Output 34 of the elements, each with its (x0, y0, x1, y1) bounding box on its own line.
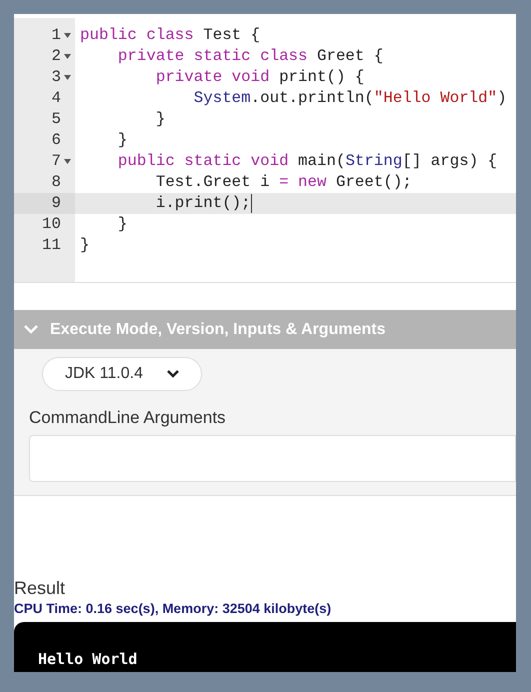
line-number: 5 (52, 109, 61, 130)
line-number: 3 (52, 67, 61, 88)
code-line: } (116, 130, 128, 151)
fold-arrow-icon[interactable] (64, 75, 70, 80)
code-line: private static class Greet { (116, 46, 384, 67)
code-line: i.print(); (154, 193, 252, 214)
code-line: } (80, 235, 90, 256)
line-number: 6 (52, 130, 61, 151)
fold-arrow-icon[interactable] (64, 33, 70, 38)
field-label: CommandLine Arguments (28, 407, 227, 429)
code-line: Test.Greet i = new Greet(); (154, 172, 412, 193)
arguments-field[interactable] (29, 434, 516, 482)
fold-arrow-icon[interactable] (64, 54, 70, 59)
version-dropdown[interactable]: JDK 11.0.4 (42, 357, 202, 391)
code-line: public static void main(String[] args) { (116, 151, 498, 172)
line-number: 2 (52, 46, 61, 67)
execution-stats: CPU Time: 0.16 sec(s), Memory: 32504 kilobyte(s) (14, 600, 332, 618)
code-line: } (154, 109, 166, 130)
code-editor[interactable] (14, 18, 516, 283)
line-number: 1 (52, 25, 61, 46)
code-line: } (116, 214, 128, 235)
code-line: System.out.println("Hello World") (192, 88, 507, 109)
output-text: Hello World (38, 650, 138, 668)
line-number: 4 (52, 88, 61, 109)
fold-arrow-icon[interactable] (64, 159, 70, 164)
caret-icon (167, 370, 179, 378)
code-line: private void print() { (154, 67, 364, 88)
result-heading: Result (14, 576, 66, 598)
line-number: 7 (52, 151, 61, 172)
line-number: 11 (42, 235, 61, 256)
line-number: 8 (52, 172, 61, 193)
line-number: 10 (42, 214, 61, 235)
line-number: 9 (52, 193, 61, 214)
code-line: public class Test { (80, 25, 260, 46)
